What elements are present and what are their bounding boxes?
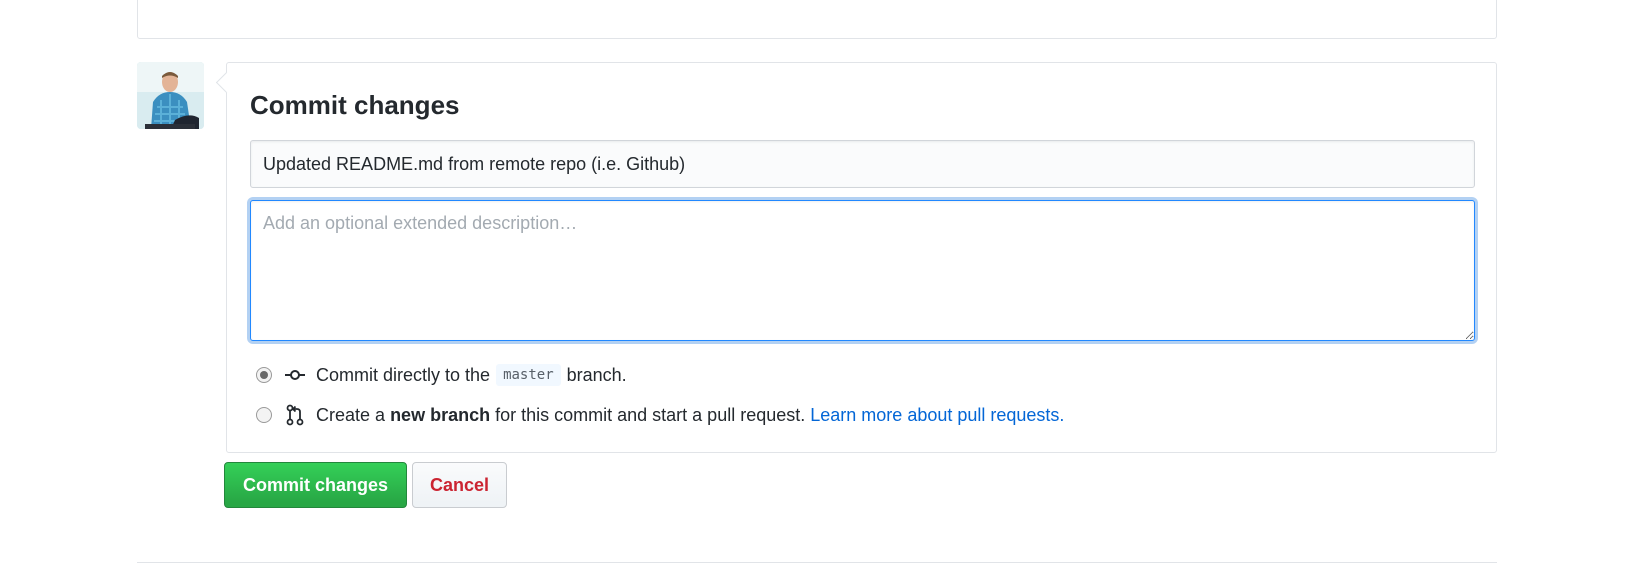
new-branch-prefix: Create a [316, 404, 386, 425]
cancel-button[interactable]: Cancel [412, 462, 507, 508]
branch-name: master [496, 364, 561, 386]
avatar-image [137, 62, 204, 129]
new-branch-option[interactable]: Create a new branch for this commit and … [256, 403, 1064, 427]
new-branch-middle: for this commit and start a pull request… [495, 404, 806, 425]
commit-form: Commit changes Commit directly to the ma… [226, 62, 1497, 453]
commit-changes-button[interactable]: Commit changes [224, 462, 407, 508]
commit-direct-prefix: Commit directly to the [316, 364, 491, 385]
radio-selected-dot [260, 371, 268, 379]
new-branch-bold: new branch [390, 404, 491, 425]
new-branch-radio[interactable] [256, 407, 272, 423]
commit-direct-radio[interactable] [256, 367, 272, 383]
user-avatar[interactable] [137, 62, 204, 129]
commit-title: Commit changes [250, 90, 460, 120]
commit-direct-suffix: branch. [566, 364, 627, 385]
learn-more-link[interactable]: Learn more about pull requests. [810, 405, 1064, 426]
commit-direct-option[interactable]: Commit directly to the master branch. [256, 363, 627, 387]
git-pull-request-icon [284, 404, 306, 426]
commit-description-textarea[interactable] [250, 200, 1475, 341]
commit-summary-input[interactable] [250, 140, 1475, 188]
file-editor-bottom [137, 0, 1497, 39]
git-commit-icon [284, 364, 306, 386]
commit-page: Commit changes Commit directly to the ma… [0, 0, 1652, 586]
divider [137, 562, 1497, 563]
